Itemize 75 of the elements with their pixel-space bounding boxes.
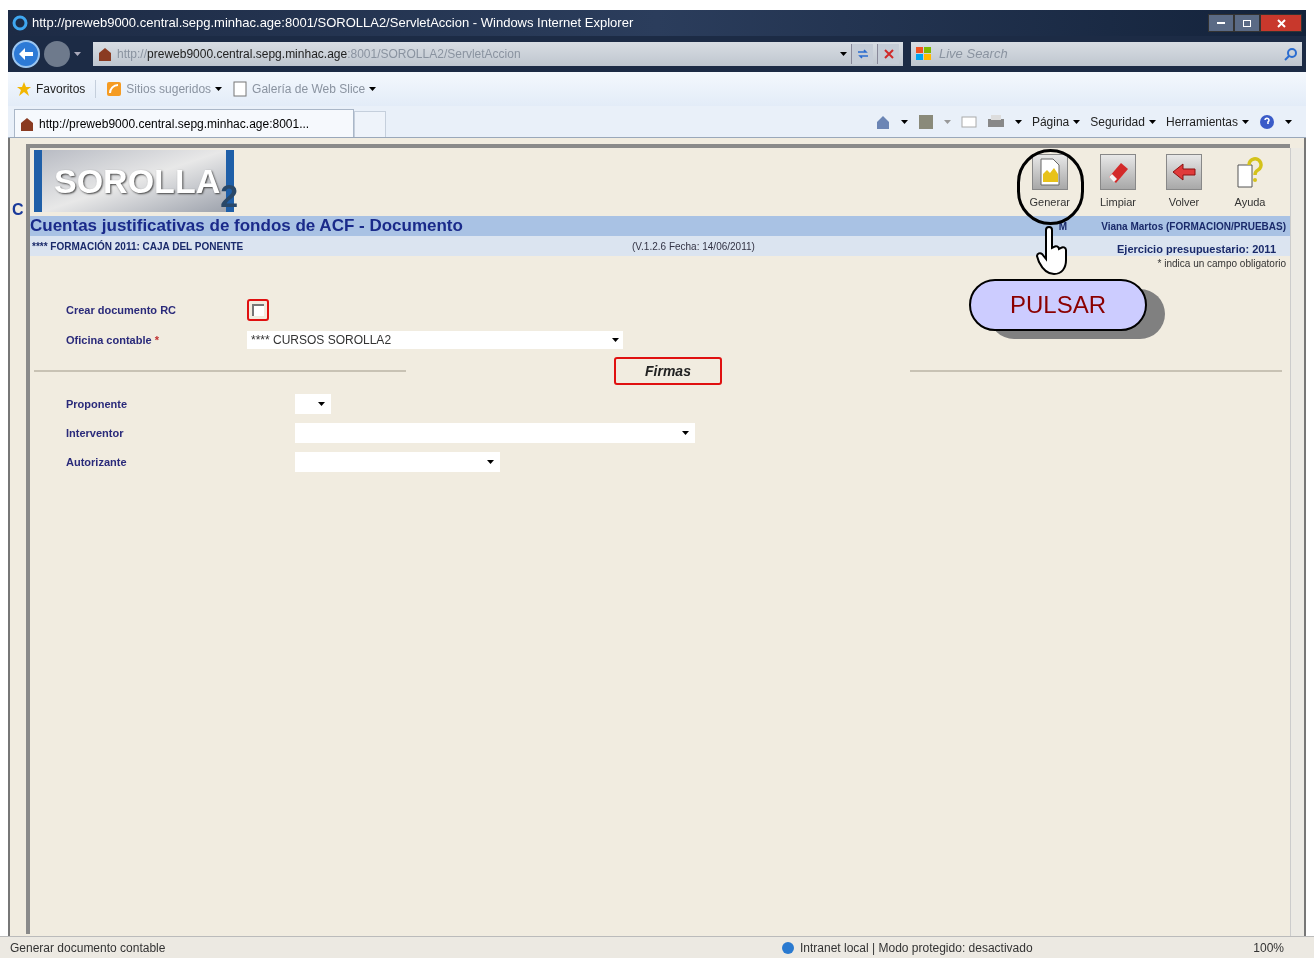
globe-icon [780,939,796,956]
command-menu[interactable]: Página [1031,113,1081,131]
close-icon [1276,18,1286,28]
maximize-button[interactable] [1234,14,1260,32]
toolbar-button[interactable]: Ayuda [1232,154,1268,211]
security-zone: Intranet local | Modo protegido: desactivado [800,939,1033,957]
dropdown-caret-icon [74,52,81,56]
windows-logo-icon [915,46,933,62]
dropdown-caret-icon [369,87,377,91]
back-arrow-icon [19,48,33,60]
printer-icon[interactable] [986,114,1005,130]
field-label: Interventor [66,425,125,441]
search-field[interactable]: Live Search [911,42,1302,66]
dropdown-caret-icon [1148,120,1156,124]
dropdown-caret-icon [900,120,908,124]
dropdown-caret-icon [943,120,951,124]
refresh-icon [856,49,869,59]
dropdown-caret-icon [1014,120,1022,124]
minimize-button[interactable] [1208,14,1234,32]
background-page-text: C [11,200,25,220]
required-note: * indica un campo obligatorio [1157,257,1286,271]
dropdown-caret-icon [487,460,494,464]
user-name-fragment: M [1058,219,1068,234]
browser-icon [12,15,28,31]
address-field[interactable]: http://preweb9000.central.sepg.minhac.age:8001/SOROLLA2/ServletAccion [93,42,903,66]
document-icon [1031,154,1068,190]
field-label: Proponente [66,396,129,412]
toolbar-button[interactable]: Limpiar [1099,154,1136,211]
dropdown-caret-icon [612,338,619,342]
section-title: Firmas [614,357,722,385]
page-icon [97,46,113,62]
command-menu[interactable]: Seguridad [1090,113,1156,131]
search-icon[interactable] [1284,47,1298,61]
dropdown-caret-icon [1073,120,1081,124]
field-label: Autorizante [66,454,128,470]
select-field[interactable] [295,394,331,414]
field-label: Crear documento RC [66,302,178,318]
page-heading: Cuentas justificativas de fondos de ACF - Documento [30,215,463,238]
command-menu[interactable]: Herramientas [1165,113,1249,131]
dropdown-caret-icon [840,52,847,56]
course-title: **** FORMACIÓN 2011: CAJA DEL PONENTE [32,239,245,254]
dropdown-caret-icon [1285,120,1292,124]
user-name: Viana Martos (FORMACION/PRUEBAS) [1101,219,1286,234]
stop-icon [883,49,894,59]
field-label: Oficina contable * [66,332,160,348]
back-button[interactable] [12,40,40,68]
toolbar-button[interactable]: Volver [1166,154,1202,211]
help-icon[interactable] [1259,114,1275,130]
toolbar-button[interactable]: Generar [1029,154,1070,211]
close-button[interactable] [1260,14,1302,32]
refresh-button[interactable] [851,44,873,64]
dropdown-caret-icon [1242,120,1249,124]
favorites-bar-item[interactable]: Favoritos [16,80,97,98]
status-text: Generar documento contable [10,939,167,957]
select-field[interactable] [295,423,695,443]
version-text: (V.1.2.6 Fecha: 14/06/2011) [632,239,755,254]
stop-button[interactable] [877,44,899,64]
browser-tab[interactable]: http://preweb9000.central.sepg.minhac.age:8001... [14,109,354,137]
scrollbar[interactable] [1290,148,1304,936]
dropdown-caret-icon [682,431,689,435]
pulsar-callout: PULSAR [969,279,1147,331]
select-field[interactable]: **** CURSOS SOROLLA2 [247,331,623,349]
fiscal-year: Ejercicio presupuestario: 2011 [1117,241,1277,257]
page-icon [19,115,35,132]
select-field[interactable] [295,452,500,472]
window-title: http://preweb9000.central.sepg.minhac.age:8001/SOROLLA2/ServletAccion - Windows Internet Explorer [32,14,634,33]
home-icon[interactable] [874,114,891,130]
zoom-level[interactable]: 100% [1253,938,1284,957]
dropdown-caret-icon [318,402,325,406]
search-input[interactable]: Live Search [939,44,1278,64]
eraser-icon [1099,154,1136,190]
dropdown-caret-icon [215,87,223,91]
star-icon [16,81,32,97]
checkbox[interactable] [252,304,264,316]
page-icon [232,81,249,97]
